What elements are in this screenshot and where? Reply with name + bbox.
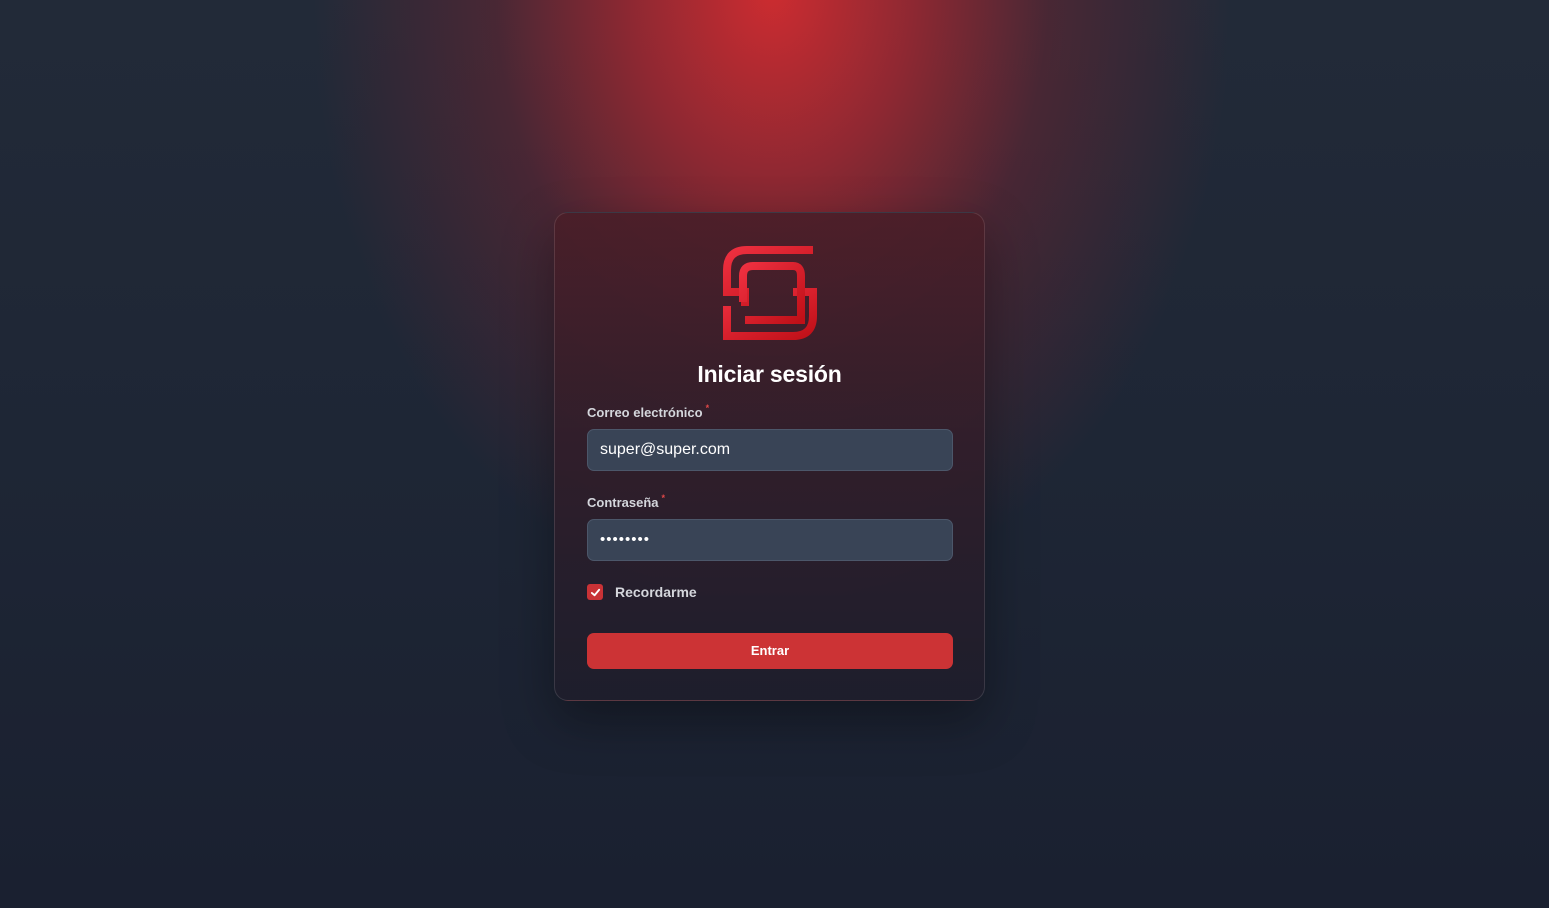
email-field[interactable]: super@super.com <box>587 429 953 471</box>
login-card: Iniciar sesión Correo electrónico * super… <box>554 212 985 701</box>
required-mark: * <box>705 403 710 413</box>
page-title: Iniciar sesión <box>697 361 842 387</box>
password-field[interactable]: •••••••• <box>587 519 953 561</box>
required-mark: * <box>661 493 666 503</box>
email-label-text: Correo electrónico <box>587 405 703 420</box>
remember-me[interactable]: Recordarme <box>587 584 697 600</box>
password-label: Contraseña * <box>587 493 666 510</box>
email-label: Correo electrónico * <box>587 403 710 420</box>
remember-checkbox[interactable] <box>587 584 603 600</box>
remember-label: Recordarme <box>615 584 697 600</box>
check-icon <box>590 588 600 596</box>
brand-logo-icon <box>723 246 817 340</box>
submit-button[interactable]: Entrar <box>587 633 953 669</box>
password-label-text: Contraseña <box>587 495 659 510</box>
